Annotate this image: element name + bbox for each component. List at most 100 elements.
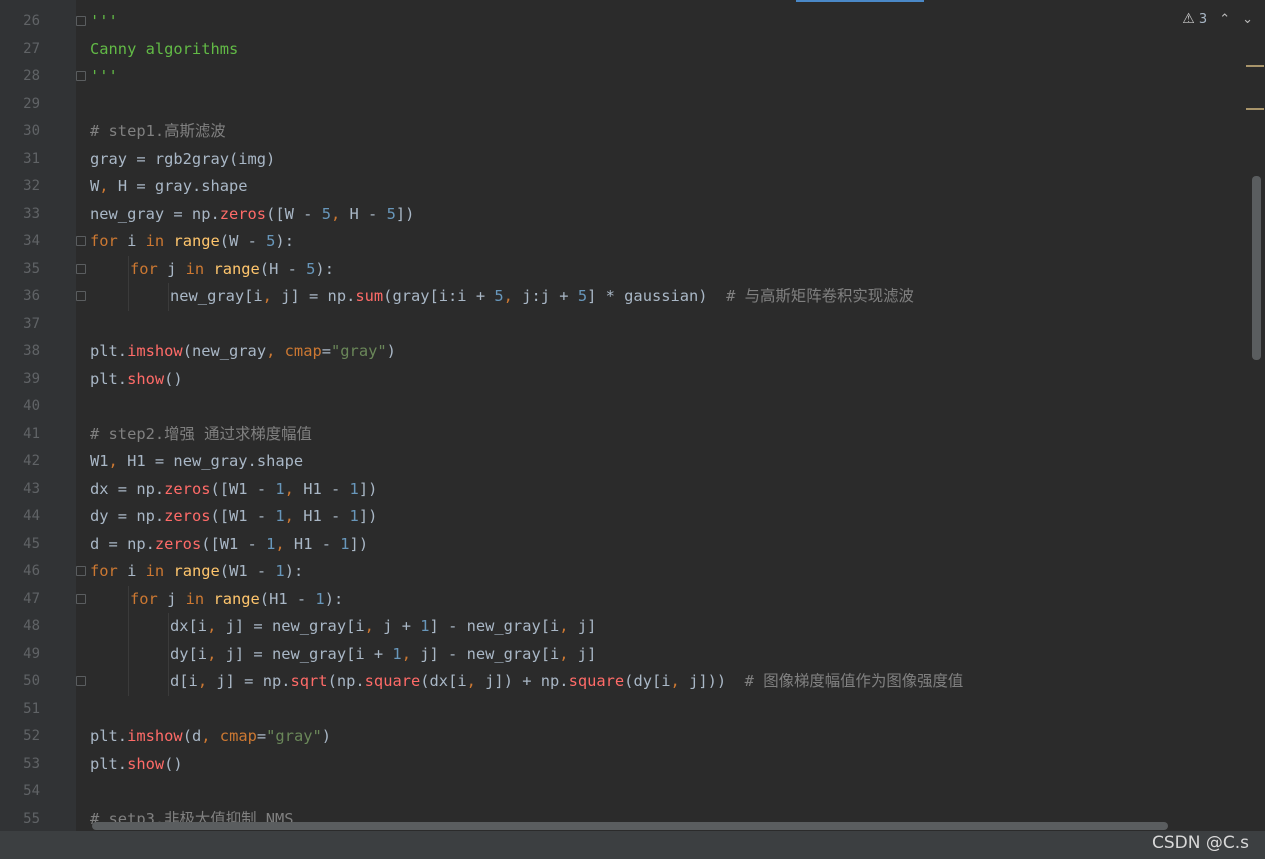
code-token: # 图像梯度幅值作为图像强度值: [744, 672, 964, 690]
indent-guide: [128, 255, 129, 283]
code-token: H1 -: [284, 534, 341, 553]
code-token: ,: [284, 479, 294, 498]
code-editor[interactable]: 26 27 28 29 30 31 32 33 34 35 36 37 38 39 40 41 42 43 44 45…: [0, 0, 1265, 859]
code-token: ,: [401, 644, 411, 663]
code-line[interactable]: new_gray[i, j] = np.sum(gray[i:i + 5, j:…: [76, 283, 1245, 311]
code-line[interactable]: for i in range(W - 5):: [76, 228, 1245, 256]
line-number: 26: [23, 13, 40, 29]
code-line[interactable]: plt.show(): [84, 366, 1245, 394]
code-token: ,: [284, 507, 294, 525]
code-token: H -: [340, 204, 387, 223]
scroll-warning-mark[interactable]: [1246, 108, 1264, 110]
code-token: new_gray = np.: [90, 204, 220, 223]
code-token: ,: [503, 287, 513, 305]
code-line[interactable]: plt.show(): [84, 751, 1245, 779]
fold-marker-icon[interactable]: [76, 263, 86, 274]
line-number: 46: [23, 563, 40, 579]
code-token: # step2.增强 通过求梯度幅值: [90, 424, 312, 443]
code-line[interactable]: d = np.zeros([W1 - 1, H1 - 1]): [84, 531, 1245, 559]
code-token: ]): [358, 507, 378, 525]
indent-guide: [168, 668, 169, 696]
code-token: plt.: [90, 369, 128, 388]
vertical-scroll-thumb[interactable]: [1252, 176, 1261, 360]
code-line[interactable]: [84, 696, 1245, 724]
code-token: 1: [275, 507, 285, 525]
code-token: 1: [349, 479, 359, 498]
code-token: plt.: [90, 727, 128, 745]
code-token: 1: [266, 534, 276, 553]
code-line[interactable]: # step2.增强 通过求梯度幅值: [84, 421, 1245, 449]
code-token: (gray[i:i +: [383, 287, 495, 305]
code-line[interactable]: [84, 311, 1245, 339]
editor-gutter[interactable]: 26 27 28 29 30 31 32 33 34 35 36 37 38 39 40 41 42 43 44 45…: [0, 0, 76, 859]
code-line[interactable]: d[i, j] = np.sqrt(np.square(dx[i, j]) + …: [76, 668, 1245, 696]
code-line[interactable]: ''': [76, 8, 1245, 36]
code-token: j]: [568, 644, 597, 663]
code-area[interactable]: ''' Canny algorithms ''' # step1.高斯滤波 gray =…: [76, 8, 1245, 833]
code-token: ,: [670, 672, 680, 690]
warning-group[interactable]: ⚠ 3: [1182, 11, 1207, 27]
inspection-widget[interactable]: ⚠ 3 ⌃ ⌄: [1182, 9, 1253, 29]
indent-guide: [168, 613, 169, 641]
code-token: for: [90, 232, 118, 250]
code-line[interactable]: [84, 778, 1245, 806]
fold-marker-icon[interactable]: [76, 291, 86, 301]
code-line[interactable]: dx[i, j] = new_gray[i, j + 1] - new_gray…: [84, 613, 1245, 641]
code-token: 1: [349, 507, 359, 525]
code-token: Canny algorithms: [90, 39, 239, 58]
line-number: 38: [23, 343, 40, 359]
code-token: square: [364, 672, 421, 690]
fold-marker-icon[interactable]: [76, 676, 86, 686]
code-line[interactable]: [84, 393, 1245, 421]
line-number: 27: [23, 40, 40, 57]
line-number: 31: [23, 150, 40, 167]
code-line[interactable]: for i in range(W1 - 1):: [76, 558, 1245, 586]
code-token: j] - new_gray[i: [410, 644, 560, 663]
chevron-up-icon[interactable]: ⌃: [1219, 12, 1230, 27]
code-line[interactable]: plt.imshow(d, cmap="gray"): [84, 723, 1245, 751]
code-token: ]): [358, 479, 378, 498]
code-token: for: [130, 259, 158, 278]
warning-count: 3: [1198, 12, 1208, 27]
code-line[interactable]: for j in range(H - 5):: [76, 255, 1245, 283]
line-number: 28: [23, 68, 40, 84]
line-number: 52: [23, 728, 40, 744]
horizontal-scroll-thumb[interactable]: [92, 822, 1168, 830]
code-token: in: [145, 562, 165, 580]
scroll-warning-mark[interactable]: [1246, 65, 1264, 67]
code-token: dy = np.: [90, 507, 165, 525]
code-token: sum: [355, 287, 384, 305]
fold-marker-icon[interactable]: [76, 566, 86, 576]
code-line[interactable]: W1, H1 = new_gray.shape: [84, 448, 1245, 476]
code-line[interactable]: dy = np.zeros([W1 - 1, H1 - 1]): [84, 503, 1245, 531]
line-number: 55: [23, 810, 40, 827]
code-token: ([W -: [266, 204, 322, 223]
indent-guide: [128, 585, 129, 613]
code-token: (d: [182, 727, 202, 745]
fold-marker-icon[interactable]: [76, 71, 86, 81]
fold-marker-icon[interactable]: [76, 593, 86, 604]
code-line[interactable]: for j in range(H1 - 1):: [76, 585, 1245, 613]
code-token: (H1 -: [259, 589, 316, 608]
code-line[interactable]: [84, 91, 1245, 119]
code-token: 1: [275, 562, 285, 580]
code-line[interactable]: # step1.高斯滤波: [84, 118, 1245, 146]
vertical-scrollbar[interactable]: [1245, 0, 1265, 859]
code-line[interactable]: Canny algorithms: [84, 36, 1245, 64]
code-token: zeros: [164, 479, 211, 498]
fold-marker-icon[interactable]: [76, 236, 86, 246]
code-line[interactable]: gray = rgb2gray(img): [84, 146, 1245, 174]
line-number: 36: [23, 288, 40, 304]
fold-marker-icon[interactable]: [76, 16, 86, 26]
code-line[interactable]: plt.imshow(new_gray, cmap="gray"): [84, 338, 1245, 366]
code-line[interactable]: ''': [76, 63, 1245, 91]
code-line[interactable]: dx = np.zeros([W1 - 1, H1 - 1]): [84, 476, 1245, 504]
code-line[interactable]: dy[i, j] = new_gray[i + 1, j] - new_gray…: [84, 640, 1245, 668]
code-line[interactable]: W, H = gray.shape: [84, 173, 1245, 201]
line-number: 35: [23, 260, 40, 277]
code-token: show: [127, 369, 165, 388]
code-token: cmap: [284, 342, 322, 360]
code-line[interactable]: new_gray = np.zeros([W - 5, H - 5]): [84, 201, 1245, 229]
warning-triangle-icon: ⚠: [1182, 11, 1195, 27]
